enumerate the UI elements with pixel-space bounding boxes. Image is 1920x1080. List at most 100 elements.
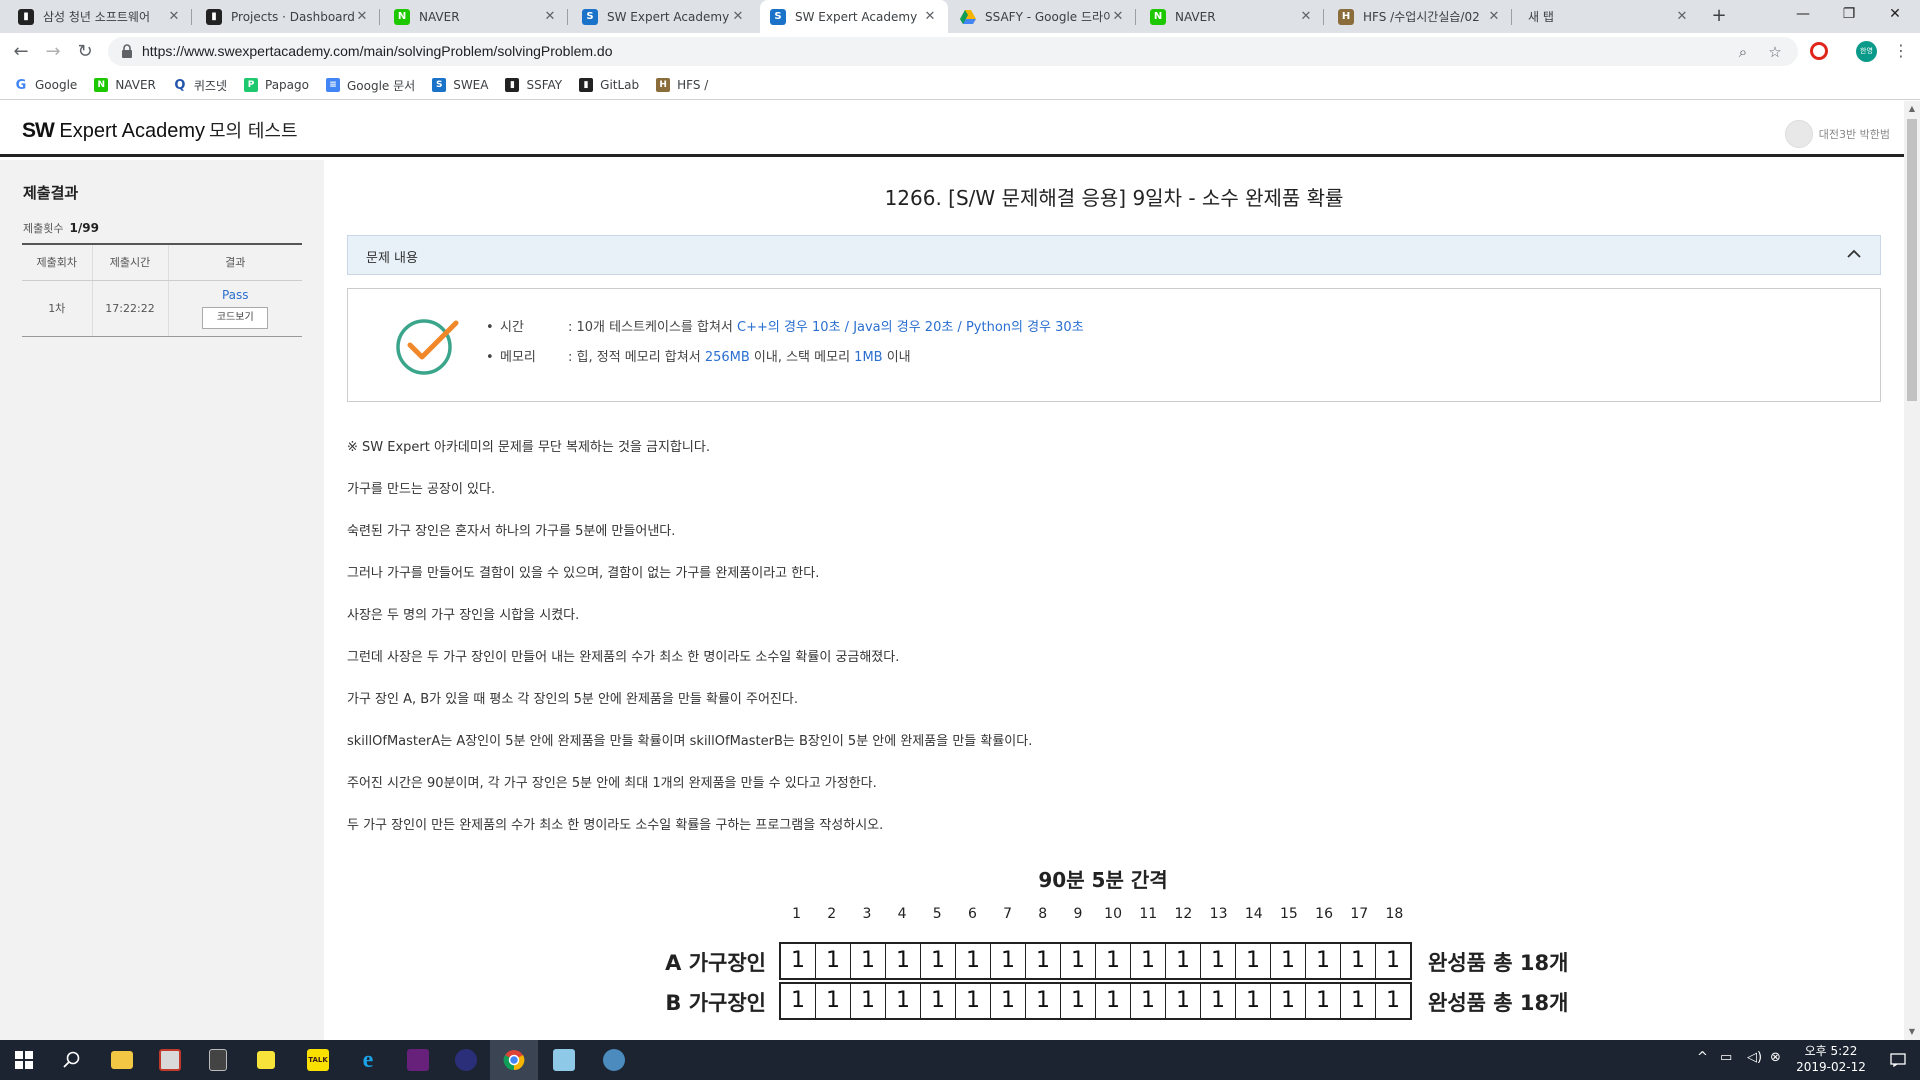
- bookmark-hfs[interactable]: H HFS /: [656, 78, 708, 92]
- column-number: 18: [1385, 906, 1404, 922]
- vertical-scrollbar[interactable]: ▲ ▼: [1904, 101, 1920, 1040]
- address-bar[interactable]: https://www.swexpertacademy.com/main/sol…: [108, 37, 1798, 66]
- bookmark-naver[interactable]: N NAVER: [94, 78, 156, 92]
- paint-app-icon[interactable]: [146, 1040, 194, 1080]
- sticky-notes-icon[interactable]: [242, 1040, 290, 1080]
- papago-icon: P: [244, 78, 258, 92]
- figure-cell: 1: [1096, 944, 1131, 978]
- close-icon[interactable]: ✕: [1110, 9, 1126, 24]
- dark-square-icon: ▮: [18, 8, 34, 25]
- calculator-icon[interactable]: [194, 1040, 242, 1080]
- profile-avatar[interactable]: 한영: [1856, 41, 1877, 62]
- bookmark-ssafy[interactable]: ▮ SSFAY: [505, 78, 562, 92]
- figure-row-b: 111111111111111111: [779, 982, 1412, 1020]
- row-label-b: B 가구장인: [665, 991, 766, 1015]
- browser-tab[interactable]: N NAVER ✕: [1140, 0, 1324, 33]
- browser-tab[interactable]: H HFS /수업시간실습/02 ✕: [1328, 0, 1512, 33]
- kakaotalk-icon[interactable]: TALK: [294, 1040, 342, 1080]
- close-icon[interactable]: ✕: [1674, 9, 1690, 24]
- windows-start-icon[interactable]: [0, 1040, 48, 1080]
- opera-extension-icon[interactable]: [1810, 42, 1828, 60]
- column-number: 1: [792, 906, 802, 922]
- bookmark-gitlab[interactable]: ▮ GitLab: [579, 78, 639, 92]
- forward-arrow-icon[interactable]: →: [42, 41, 64, 63]
- browser-tab[interactable]: N NAVER ✕: [384, 0, 568, 33]
- search-icon[interactable]: [48, 1040, 96, 1080]
- checkmark-icon: [396, 319, 459, 375]
- star-icon[interactable]: ☆: [1764, 41, 1786, 63]
- close-icon[interactable]: ✕: [354, 9, 370, 24]
- volume-icon[interactable]: ◁): [1747, 1050, 1762, 1065]
- figure-cell: 1: [1026, 984, 1061, 1018]
- python-idle-icon[interactable]: [590, 1040, 638, 1080]
- system-clock[interactable]: 오후 5:22 2019-02-12: [1786, 1043, 1876, 1075]
- new-tab-button[interactable]: +: [1708, 6, 1730, 28]
- scroll-up-icon[interactable]: ▲: [1904, 101, 1920, 117]
- problem-content-toggle[interactable]: 문제 내용: [347, 235, 1881, 275]
- ime-status-icon[interactable]: ⊗: [1770, 1050, 1781, 1065]
- naver-icon: N: [1150, 8, 1166, 25]
- problem-main: 1266. [S/W 문제해결 응용] 9일차 - 소수 완제품 확률 문제 내…: [324, 160, 1904, 1040]
- close-icon[interactable]: ✕: [166, 9, 182, 24]
- close-icon[interactable]: ✕: [922, 9, 938, 24]
- ssafy-icon: ▮: [505, 78, 520, 92]
- swea-icon: S: [770, 8, 786, 25]
- scroll-down-icon[interactable]: ▼: [1904, 1024, 1920, 1040]
- user-menu[interactable]: 대전3반 박한범: [1784, 120, 1890, 148]
- bookmark-quiznet[interactable]: Q 퀴즈넷: [173, 77, 227, 94]
- tab-title: HFS /수업시간실습/02: [1363, 10, 1480, 24]
- network-icon[interactable]: ▭: [1720, 1050, 1732, 1065]
- column-number: 8: [1038, 906, 1048, 922]
- browser-tab-active[interactable]: S SW Expert Academy ✕: [760, 0, 948, 33]
- terminal-app-icon[interactable]: [442, 1040, 490, 1080]
- reload-icon[interactable]: ↻: [74, 41, 96, 63]
- memory-limit: • 메모리: 힙, 정적 메모리 합쳐서 256MB 이내, 스택 메모리 1MB…: [486, 350, 911, 365]
- browser-tab[interactable]: ▮ 삼성 청년 소프트웨어 ✕: [8, 0, 192, 33]
- chrome-icon[interactable]: [490, 1040, 538, 1080]
- restore-icon[interactable]: ❐: [1826, 0, 1872, 30]
- close-icon[interactable]: ✕: [542, 9, 558, 24]
- submission-round: 1차: [22, 280, 92, 337]
- notification-icon[interactable]: [1876, 1040, 1920, 1080]
- zoom-icon[interactable]: ⌕: [1732, 41, 1754, 63]
- bookmark-google[interactable]: G Google: [14, 78, 78, 93]
- figure-cell: 1: [851, 944, 886, 978]
- figure-cell: 1: [1306, 984, 1341, 1018]
- browser-tab[interactable]: 새 탭 ✕: [1516, 0, 1700, 33]
- close-icon[interactable]: ✕: [730, 9, 746, 24]
- figure-cell: 1: [816, 944, 851, 978]
- close-icon[interactable]: ✕: [1486, 9, 1502, 24]
- paragraph: ※ SW Expert 아카데미의 문제를 무단 복제하는 것을 금지합니다.: [347, 440, 710, 455]
- figure-cell: 1: [1386, 988, 1400, 1013]
- browser-tab[interactable]: S SW Expert Academy ✕: [572, 0, 756, 33]
- browser-tab[interactable]: SSAFY - Google 드라이 ✕: [950, 0, 1136, 33]
- browser-tab[interactable]: ▮ Projects · Dashboard ✕: [196, 0, 380, 33]
- menu-dots-icon[interactable]: ⋮: [1893, 41, 1909, 61]
- figure-cell: 1: [1166, 944, 1201, 978]
- figure-cell: 1: [1306, 944, 1341, 978]
- view-code-button[interactable]: 코드보기: [202, 306, 269, 329]
- file-explorer-icon[interactable]: [98, 1040, 146, 1080]
- window-close-icon[interactable]: ✕: [1872, 0, 1918, 30]
- figure-cell: 1: [851, 984, 886, 1018]
- figure-cell: 1: [1201, 984, 1236, 1018]
- close-icon[interactable]: ✕: [1298, 9, 1314, 24]
- back-arrow-icon[interactable]: ←: [10, 41, 32, 63]
- column-number: 10: [1104, 906, 1122, 922]
- notepad-app-icon[interactable]: [540, 1040, 588, 1080]
- internet-explorer-icon[interactable]: e: [344, 1040, 392, 1080]
- scrollbar-thumb[interactable]: [1907, 119, 1917, 401]
- bookmark-papago[interactable]: P Papago: [244, 78, 309, 92]
- bookmark-google-docs[interactable]: ≡ Google 문서: [325, 77, 415, 94]
- submission-table: 제출회차 제출시간 결과 1차 17:22:22 Pass 코드보기: [22, 243, 302, 337]
- minimize-icon[interactable]: —: [1780, 0, 1826, 30]
- chevron-up-icon[interactable]: ^: [1697, 1050, 1708, 1065]
- tab-title: 삼성 청년 소프트웨어: [43, 10, 150, 24]
- bookmark-swea[interactable]: S SWEA: [432, 78, 488, 92]
- visual-studio-icon[interactable]: [394, 1040, 442, 1080]
- site-logo[interactable]: SW Expert Academy: [22, 119, 205, 143]
- figure-cell: 1: [781, 944, 816, 978]
- figure-cell: 1: [886, 984, 921, 1018]
- status-badge: Pass: [221, 287, 249, 302]
- tab-title: NAVER: [1175, 9, 1216, 24]
